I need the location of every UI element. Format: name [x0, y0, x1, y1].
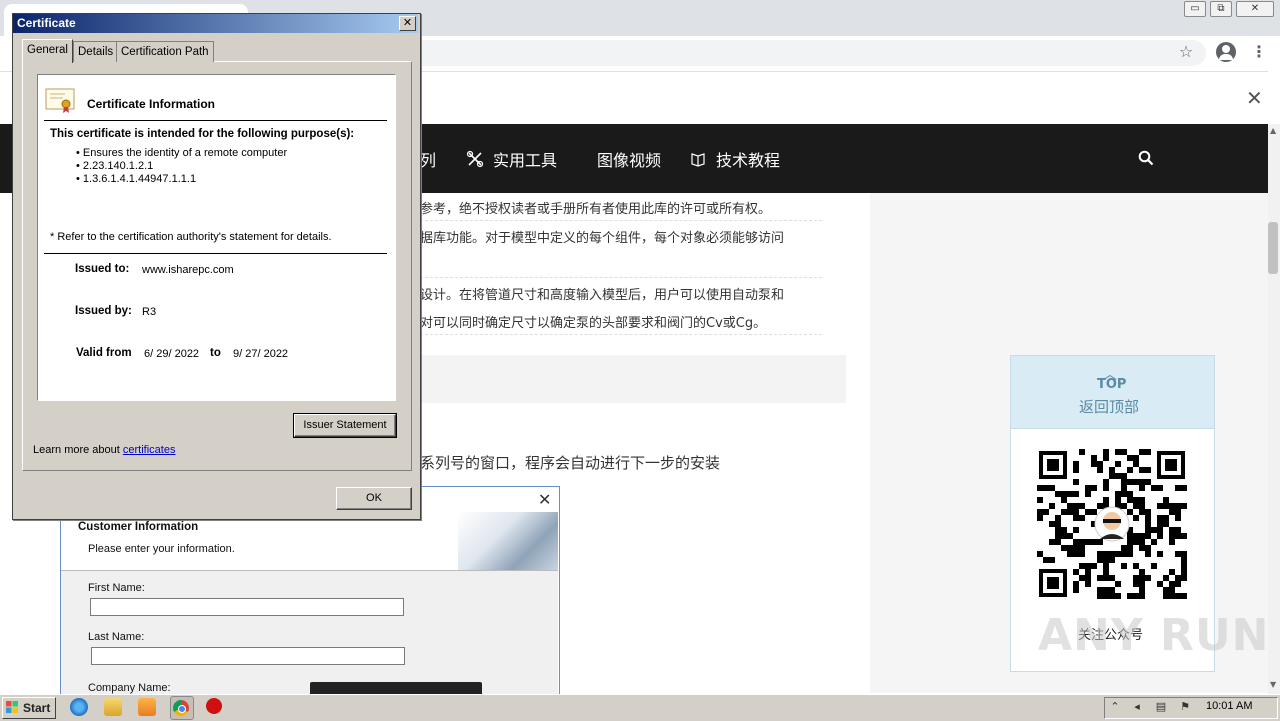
purpose-item: • Ensures the identity of a remote compu… [76, 147, 288, 159]
profile-avatar-icon[interactable] [1216, 42, 1236, 62]
window-close-button[interactable]: ✕ [1236, 1, 1274, 17]
last-name-field [91, 647, 405, 665]
company-name-label: Company Name: [88, 682, 171, 694]
issued-by-value: R3 [142, 306, 157, 318]
tab-details[interactable]: Details [73, 41, 119, 62]
learn-more-prefix: Learn more about [33, 444, 123, 456]
minimize-button[interactable]: ▭ [1184, 1, 1206, 17]
tab-certification-path[interactable]: Certification Path [116, 41, 214, 62]
scroll-down-icon[interactable]: ▼ [1270, 680, 1276, 689]
certificate-icon [45, 88, 75, 113]
scroll-up-icon[interactable]: ▲ [1270, 126, 1276, 135]
article-line: 系列号的窗口，程序会自动进行下一步的安装 [420, 454, 721, 472]
scrollbar-thumb[interactable] [1268, 222, 1278, 274]
issuer-statement-button[interactable]: Issuer Statement [293, 413, 397, 438]
last-name-label: Last Name: [88, 631, 145, 643]
start-label: Start [23, 701, 51, 715]
section-band [420, 355, 846, 403]
divider [420, 334, 822, 335]
divider [420, 277, 822, 278]
purpose-heading: This certificate is intended for the fol… [50, 128, 355, 140]
divider [44, 253, 387, 254]
file-explorer-icon[interactable] [104, 698, 122, 716]
top-label: TOP [1097, 377, 1127, 392]
dialog-close-button[interactable]: ✕ [399, 16, 416, 31]
certificate-info-title: Certificate Information [87, 97, 216, 111]
refer-note: * Refer to the certification authority's… [50, 231, 332, 243]
article-line: 设计。在将管道尺寸和高度输入模型后，用户可以使用自动泵和 [420, 288, 785, 303]
installer-subheading: Please enter your information. [88, 543, 235, 555]
issued-by-label: Issued by: [75, 305, 132, 317]
flag-icon[interactable]: ⚑ [1178, 700, 1192, 714]
installer-heading: Customer Information [78, 521, 199, 533]
tools-icon [466, 150, 484, 168]
qr-code-icon [1037, 449, 1187, 599]
windows-logo-icon [6, 701, 18, 713]
tab-general[interactable]: General [22, 39, 73, 63]
close-icon: ✕ [538, 490, 552, 509]
valid-from-value: 6/ 29/ 2022 [144, 348, 200, 360]
certificates-link[interactable]: certificates [123, 444, 176, 456]
nav-item-series[interactable]: 列 [420, 147, 436, 171]
media-player-icon[interactable] [138, 698, 156, 716]
valid-to-value: 9/ 27/ 2022 [233, 348, 289, 360]
back-to-top-label[interactable]: 返回顶部 [1079, 396, 1139, 417]
divider [420, 220, 822, 221]
restore-button[interactable]: ⧉ [1210, 1, 1232, 17]
nav-item-tools[interactable]: 实用工具 [493, 147, 557, 171]
article-line: 对可以同时确定尺寸以确定泵的头部要求和阀门的Cv或Cg。 [420, 316, 767, 331]
internet-explorer-icon[interactable] [70, 698, 88, 716]
nav-item-tutorials[interactable]: 技术教程 [716, 147, 780, 171]
installer-graphic [458, 512, 558, 570]
learn-more-text: Learn more about certificates [33, 444, 175, 456]
anyrun-watermark: ANY RUN [1038, 610, 1270, 661]
network-icon[interactable]: ▤ [1154, 700, 1168, 714]
first-name-label: First Name: [88, 582, 145, 594]
tray-expand-icon[interactable]: ⌃ [1108, 700, 1122, 714]
ok-button[interactable]: OK [336, 487, 412, 510]
address-bar[interactable] [300, 40, 1206, 66]
chrome-icon-center [178, 705, 186, 713]
infobar-close-icon[interactable]: ✕ [1246, 86, 1263, 110]
valid-to-label: to [210, 347, 221, 359]
first-name-field [90, 598, 404, 616]
nav-item-media[interactable]: 图像视频 [597, 147, 661, 171]
issued-to-label: Issued to: [75, 263, 130, 275]
stop-icon[interactable] [206, 698, 222, 714]
bookmark-star-icon[interactable]: ☆ [1175, 41, 1197, 63]
browser-menu-icon[interactable]: ⋮ [1248, 41, 1270, 63]
volume-icon[interactable]: ◂ [1130, 700, 1144, 714]
article-line: 参考，绝不授权读者或手册所有者使用此库的许可或所有权。 [420, 202, 772, 217]
issued-to-value: www.isharepc.com [142, 264, 234, 276]
page-scrollbar[interactable] [1268, 124, 1280, 694]
purpose-item: • 2.23.140.1.2.1 [76, 160, 154, 172]
article-line: 据库功能。对于模型中定义的每个组件，每个对象必须能够访问 [420, 231, 785, 246]
purpose-item: • 1.3.6.1.4.1.44947.1.1.1 [76, 173, 197, 185]
book-icon [691, 153, 705, 167]
dialog-title: Certificate [17, 16, 76, 30]
divider [44, 120, 387, 121]
search-icon[interactable] [1138, 150, 1154, 166]
clock: 10:01 AM [1206, 700, 1253, 712]
valid-from-label: Valid from [76, 347, 132, 359]
